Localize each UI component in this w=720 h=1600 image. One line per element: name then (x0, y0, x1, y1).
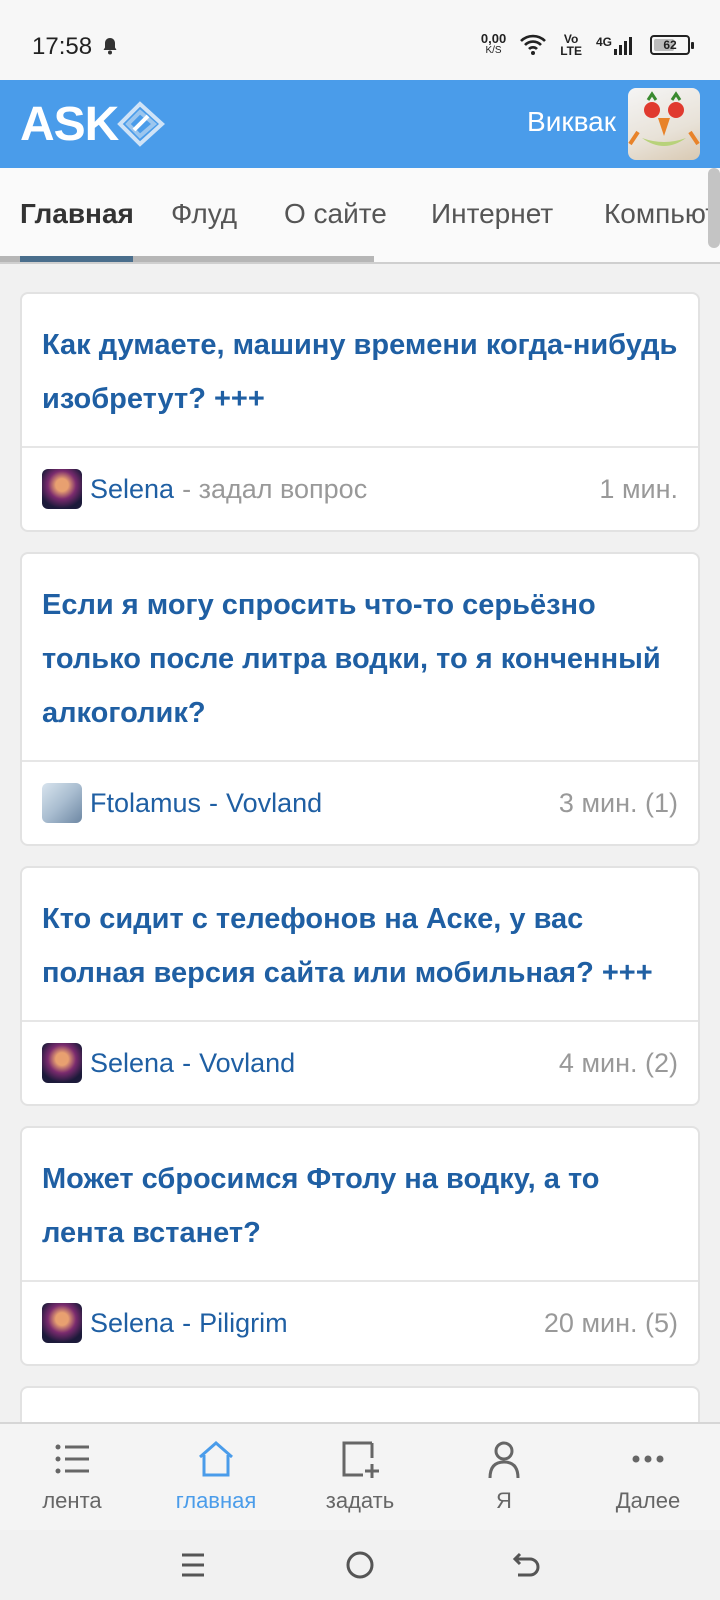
author-name[interactable]: Selena (90, 1308, 174, 1339)
question-time: 1 мин. (599, 473, 678, 504)
logo-mark-icon (117, 101, 166, 147)
net-speed-unit: K/S (485, 45, 502, 56)
more-icon (632, 1455, 664, 1463)
profile-icon (488, 1441, 520, 1479)
question-meta: Selena - Piligrim 20 мин. (5) (22, 1280, 698, 1364)
question-meta: Selena - задал вопрос 1 мин. (22, 446, 698, 530)
battery-indicator: 62 (650, 35, 694, 55)
user-avatar[interactable] (628, 88, 700, 160)
nav-home[interactable]: главная (144, 1424, 288, 1530)
last-responder-name[interactable]: Vovland (199, 1048, 295, 1079)
logo-text: ASK (20, 97, 119, 151)
signal-bars-icon (614, 37, 632, 55)
last-responder-name[interactable]: Piligrim (199, 1308, 288, 1339)
question-time: 3 мин. (1) (558, 787, 678, 818)
meta-separator: - (209, 787, 219, 818)
wifi-icon (520, 34, 547, 55)
back-icon[interactable] (510, 1548, 544, 1582)
author-name[interactable]: Selena (90, 1048, 174, 1079)
meta-separator: - (182, 1047, 192, 1078)
question-title[interactable]: Может сбросимся Фтолу на водку, а то лен… (22, 1128, 698, 1280)
question-card: Кто сидит с телефонов на Аске, у вас пол… (20, 866, 700, 1106)
author-avatar[interactable] (42, 1043, 82, 1083)
nav-label: главная (175, 1488, 257, 1513)
question-time: 20 мин. (5) (543, 1307, 678, 1338)
app-header: ASK Виквак (0, 80, 720, 168)
author-avatar[interactable] (42, 1303, 82, 1343)
question-title[interactable]: Кто сидит с телефонов на Аске, у вас пол… (22, 868, 698, 1020)
system-navigation (0, 1530, 720, 1600)
active-tab-indicator (20, 256, 133, 262)
question-card: Как думаете, машину времени когда-нибудь… (20, 292, 700, 532)
nav-profile[interactable]: Я (432, 1424, 576, 1530)
volte-bottom: LTE (560, 44, 582, 58)
nav-label: лента (42, 1488, 102, 1513)
author-avatar[interactable] (42, 469, 82, 509)
network-type: 4G (595, 35, 612, 49)
meta-separator: - (182, 1307, 192, 1338)
question-meta: Ftolamus - Vovland 3 мин. (1) (22, 760, 698, 844)
add-question-icon (342, 1441, 379, 1478)
status-icons: 0,00 K/S Vo LTE 4G 62 (480, 30, 694, 60)
author-avatar[interactable] (42, 783, 82, 823)
cell-signal: 4G (596, 35, 636, 55)
list-icon (55, 1444, 89, 1474)
author-name[interactable]: Selena (90, 474, 174, 505)
nav-more[interactable]: Далее (576, 1424, 720, 1530)
header-user-name[interactable]: Виквак (527, 106, 616, 138)
author-name[interactable]: Ftolamus (90, 788, 201, 819)
status-bar: 17:58 0,00 K/S Vo LTE 4G 62 (0, 0, 720, 80)
question-time: 4 мин. (2) (558, 1047, 678, 1078)
question-card: Может сбросимся Фтолу на водку, а то лен… (20, 1126, 700, 1366)
category-tabs: Главная Флуд О сайте Интернет Компьютеры (0, 168, 720, 264)
nav-label: Я (496, 1488, 512, 1513)
tab-computers[interactable]: Компьютеры (604, 198, 720, 230)
site-logo[interactable]: ASK (20, 96, 168, 152)
question-title[interactable]: Как думаете, машину времени когда-нибудь… (22, 294, 698, 446)
screen: 17:58 0,00 K/S Vo LTE 4G 62 ASK Виквак Г… (0, 0, 720, 1600)
home-circle-icon[interactable] (343, 1548, 377, 1582)
nav-ask[interactable]: задать (288, 1424, 432, 1530)
notification-bell-icon (103, 38, 117, 55)
volte-indicator: Vo LTE (560, 33, 582, 57)
veggie-face-icon (628, 91, 700, 146)
tab-main[interactable]: Главная (20, 198, 134, 230)
bottom-navigation: лента главная задать Я Далее (0, 1422, 720, 1530)
question-feed: Как думаете, машину времени когда-нибудь… (20, 292, 700, 1466)
question-action: - задал вопрос (182, 473, 368, 504)
page-scrollbar[interactable] (708, 168, 720, 248)
last-responder-name[interactable]: Vovland (226, 788, 322, 819)
nav-label: Далее (615, 1488, 681, 1513)
battery-level: 62 (663, 38, 677, 52)
nav-feed[interactable]: лента (0, 1424, 144, 1530)
question-meta: Selena - Vovland 4 мин. (2) (22, 1020, 698, 1104)
tab-flood[interactable]: Флуд (171, 198, 237, 230)
menu-icon[interactable] (176, 1548, 210, 1582)
question-card: Если я могу спросить что-то серьёзно тол… (20, 552, 700, 846)
tab-internet[interactable]: Интернет (431, 198, 553, 230)
home-icon (199, 1441, 233, 1477)
nav-label: задать (325, 1488, 395, 1513)
question-title[interactable]: Если я могу спросить что-то серьёзно тол… (22, 554, 698, 760)
status-time: 17:58 (32, 33, 93, 60)
net-speed: 0,00 K/S (480, 31, 507, 57)
net-speed-value: 0,00 (480, 31, 507, 46)
tab-about[interactable]: О сайте (284, 198, 387, 230)
